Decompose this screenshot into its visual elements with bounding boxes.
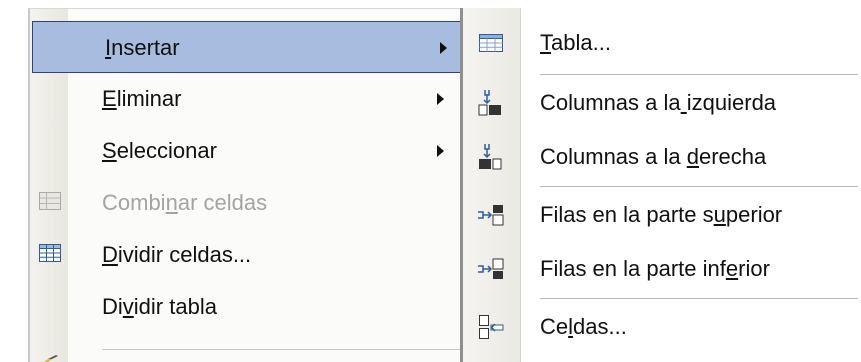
menu-item-eliminar[interactable]: Eliminar: [30, 73, 460, 125]
menu-item-combinar-celdas: Combinar celdas: [30, 177, 460, 229]
table-icon: [479, 34, 503, 52]
submenu-item-tabla[interactable]: Tabla...: [463, 16, 861, 70]
submenu-item-celdas[interactable]: Celdas...: [463, 300, 861, 354]
insert-columns-left-icon: [478, 90, 501, 116]
menu-item-label: Dividir celdas...: [102, 242, 252, 267]
submenu-item-label: Filas en la parte inferior: [540, 256, 770, 281]
merge-cells-icon: [39, 192, 61, 210]
submenu-arrow-icon: [437, 93, 444, 105]
menu-item-insertar[interactable]: Insertar: [32, 21, 460, 73]
menu-item-label: Dividir tabla: [102, 294, 217, 319]
menu-item-dividir-celdas[interactable]: Dividir celdas...: [30, 229, 460, 281]
submenu-item-filas-inferior[interactable]: Filas en la parte inferior: [463, 242, 861, 296]
split-cells-icon: [39, 244, 61, 262]
submenu-separator: [540, 186, 858, 187]
menu-item-label: Seleccionar: [102, 138, 217, 163]
submenu-separator: [540, 298, 858, 299]
menu-item-label: Eliminar: [102, 86, 182, 111]
submenu-item-columnas-derecha[interactable]: Columnas a la derecha: [463, 130, 861, 184]
submenu-arrow-icon: [440, 42, 447, 54]
submenu-arrow-icon: [437, 145, 444, 157]
menu-item-dividir-tabla[interactable]: Dividir tabla: [30, 281, 460, 333]
insert-columns-right-icon: [479, 144, 502, 170]
submenu-item-columnas-izquierda[interactable]: Columnas a la izquierda: [463, 76, 861, 130]
menu-separator: [102, 349, 460, 350]
submenu-item-label: Columnas a la izquierda: [540, 90, 777, 115]
insert-cells-icon: [479, 315, 504, 339]
insert-submenu: Tabla... Columnas a la izquierda Columna…: [460, 8, 861, 362]
insert-rows-above-icon: [478, 205, 504, 226]
menu-item-label: Insertar: [105, 35, 180, 60]
submenu-item-filas-superior[interactable]: Filas en la parte superior: [463, 188, 861, 242]
submenu-item-label: Tabla...: [540, 30, 611, 55]
insert-rows-below-icon: [478, 258, 504, 279]
submenu-item-label: Celdas...: [540, 314, 627, 339]
submenu-item-label: Filas en la parte superior: [540, 202, 783, 227]
pencil-icon: [44, 355, 58, 362]
submenu-item-label: Columnas a la derecha: [540, 144, 767, 169]
menu-item-label: Combinar celdas: [102, 190, 268, 215]
table-context-menu: Insertar Eliminar Seleccionar Combinar c…: [28, 8, 460, 362]
menu-item-seleccionar[interactable]: Seleccionar: [30, 125, 460, 177]
submenu-separator: [540, 74, 858, 75]
